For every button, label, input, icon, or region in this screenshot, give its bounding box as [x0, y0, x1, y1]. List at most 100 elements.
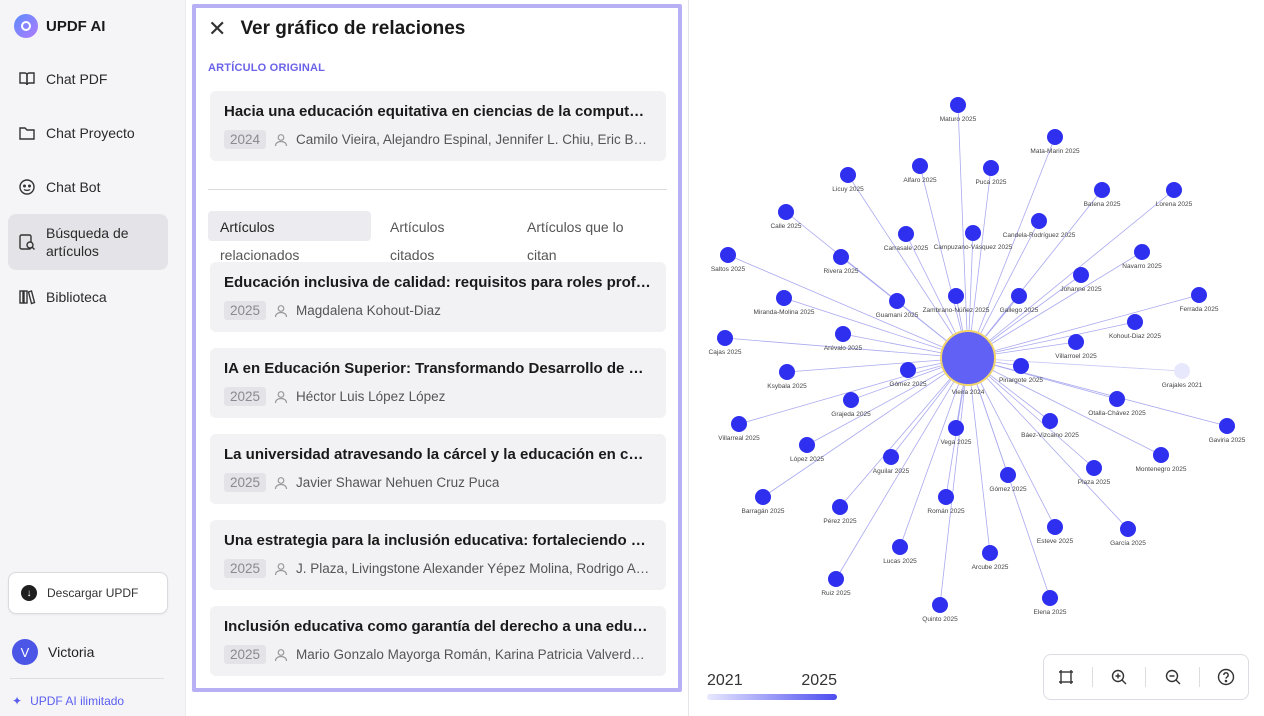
- graph-node-label: Licuy 2025: [832, 186, 864, 193]
- zoom-out-icon: [1165, 669, 1181, 685]
- download-icon: ↓: [21, 585, 37, 601]
- list-item[interactable]: Una estrategia para la inclusión educati…: [210, 520, 666, 590]
- graph-node[interactable]: [1031, 213, 1047, 229]
- graph-node[interactable]: [1219, 418, 1235, 434]
- graph-node[interactable]: [840, 167, 856, 183]
- graph-node[interactable]: [1191, 287, 1207, 303]
- graph-node[interactable]: [932, 597, 948, 613]
- graph-node-label: Kohout-Diaz 2025: [1109, 333, 1161, 340]
- graph-node[interactable]: [755, 489, 771, 505]
- graph-edge: [967, 251, 1143, 359]
- graph-node[interactable]: [799, 437, 815, 453]
- brand[interactable]: UPDF AI: [14, 14, 105, 38]
- graph-node[interactable]: [1068, 334, 1084, 350]
- close-icon[interactable]: ✕: [208, 18, 226, 40]
- graph-node[interactable]: [1153, 447, 1169, 463]
- graph-node-label: Villarroel 2025: [1055, 353, 1097, 360]
- graph-node[interactable]: [965, 225, 981, 241]
- center-node[interactable]: [940, 330, 996, 386]
- graph-node[interactable]: [1042, 413, 1058, 429]
- toolbar-separator: [1198, 667, 1200, 687]
- graph-node[interactable]: [1042, 590, 1058, 606]
- list-item[interactable]: IA en Educación Superior: Transformando …: [210, 348, 666, 418]
- graph-node[interactable]: [1011, 288, 1027, 304]
- graph-node[interactable]: [950, 97, 966, 113]
- graph-node[interactable]: [717, 330, 733, 346]
- graph-node[interactable]: [1174, 363, 1190, 379]
- sidebar-item-label: Búsqueda de artículos: [46, 225, 129, 259]
- sidebar-item-chat-pdf[interactable]: Chat PDF: [8, 52, 168, 106]
- download-updf-button[interactable]: ↓ Descargar UPDF: [8, 572, 168, 614]
- sidebar-item-label: Chat Proyecto: [46, 125, 135, 141]
- graph-node[interactable]: [1109, 391, 1125, 407]
- download-label: Descargar UPDF: [47, 586, 139, 600]
- person-icon: [274, 133, 288, 146]
- graph-node[interactable]: [1013, 358, 1029, 374]
- graph-node[interactable]: [889, 293, 905, 309]
- article-meta: 2025 Magdalena Kohout-Diaz: [224, 301, 652, 320]
- app-name: UPDF AI: [46, 17, 106, 35]
- tab-articulos-relacionados[interactable]: Artículos: [208, 211, 371, 241]
- graph-edge: [967, 357, 1129, 530]
- graph-node-label: Zambrano-Núñez 2025: [923, 307, 990, 314]
- upgrade-link[interactable]: ✦ UPDF AI ilimitado: [12, 694, 124, 708]
- graph-node-label: Barragán 2025: [741, 508, 784, 515]
- graph-node[interactable]: [720, 247, 736, 263]
- graph-node[interactable]: [1047, 129, 1063, 145]
- article-authors: Javier Shawar Nehuen Cruz Puca: [296, 475, 500, 490]
- graph-node[interactable]: [779, 364, 795, 380]
- graph-node[interactable]: [776, 290, 792, 306]
- graph-node[interactable]: [1047, 519, 1063, 535]
- original-article-card[interactable]: Hacia una educación equitativa en cienci…: [210, 91, 666, 161]
- graph-node[interactable]: [835, 326, 851, 342]
- graph-node[interactable]: [948, 288, 964, 304]
- graph-node[interactable]: [982, 545, 998, 561]
- graph-node[interactable]: [1134, 244, 1150, 260]
- graph-node[interactable]: [1073, 267, 1089, 283]
- graph-node[interactable]: [778, 204, 794, 220]
- avatar: V: [12, 639, 38, 665]
- graph-node[interactable]: [843, 392, 859, 408]
- toolbar-separator: [1092, 667, 1094, 687]
- relations-panel: ✕ Ver gráfico de relaciones ARTÍCULO ORI…: [192, 4, 682, 692]
- graph-node[interactable]: [948, 420, 964, 436]
- graph-node[interactable]: [731, 416, 747, 432]
- tab-label: Artículos que lo: [527, 219, 624, 235]
- graph-node-label: Puca 2025: [975, 179, 1006, 186]
- graph-node[interactable]: [832, 499, 848, 515]
- list-item[interactable]: Educación inclusiva de calidad: requisit…: [210, 262, 666, 332]
- graph-node[interactable]: [900, 362, 916, 378]
- graph-node[interactable]: [1000, 467, 1016, 483]
- fit-view-button[interactable]: [1048, 662, 1084, 692]
- graph-node[interactable]: [1127, 314, 1143, 330]
- graph-node[interactable]: [938, 489, 954, 505]
- graph-node[interactable]: [1094, 182, 1110, 198]
- list-item[interactable]: La universidad atravesando la cárcel y l…: [210, 434, 666, 504]
- user-profile[interactable]: V Victoria: [12, 639, 94, 665]
- sidebar-item-chat-bot[interactable]: Chat Bot: [8, 160, 168, 214]
- graph-node-label: Otalla-Chávez 2025: [1088, 410, 1146, 417]
- graph-node-label: Ksybala 2025: [767, 383, 807, 390]
- graph-canvas[interactable]: Vieira 2024 Maturo 2025 Mata-Marin 2025 Lic…: [689, 0, 1264, 650]
- graph-node[interactable]: [833, 249, 849, 265]
- zoom-out-button[interactable]: [1155, 662, 1191, 692]
- relation-graph[interactable]: Vieira 2024 Maturo 2025 Mata-Marin 2025 Lic…: [688, 0, 1264, 716]
- zoom-in-button[interactable]: [1101, 662, 1137, 692]
- graph-node[interactable]: [828, 571, 844, 587]
- graph-node[interactable]: [1120, 521, 1136, 537]
- graph-node[interactable]: [883, 449, 899, 465]
- graph-node[interactable]: [1086, 460, 1102, 476]
- graph-node-label: Candela-Rodríguez 2025: [1003, 232, 1076, 239]
- graph-node[interactable]: [1166, 182, 1182, 198]
- toolbar-separator: [1145, 667, 1147, 687]
- list-item[interactable]: Inclusión educativa como garantía del de…: [210, 606, 666, 676]
- graph-node[interactable]: [912, 158, 928, 174]
- graph-node-label: Aguilar 2025: [873, 468, 910, 475]
- sidebar-item-busqueda-articulos[interactable]: Búsqueda de artículos: [8, 214, 168, 270]
- help-button[interactable]: [1208, 662, 1244, 692]
- graph-node[interactable]: [898, 226, 914, 242]
- sidebar-item-chat-proyecto[interactable]: Chat Proyecto: [8, 106, 168, 160]
- sidebar-item-biblioteca[interactable]: Biblioteca: [8, 270, 168, 324]
- graph-node[interactable]: [983, 160, 999, 176]
- graph-node[interactable]: [892, 539, 908, 555]
